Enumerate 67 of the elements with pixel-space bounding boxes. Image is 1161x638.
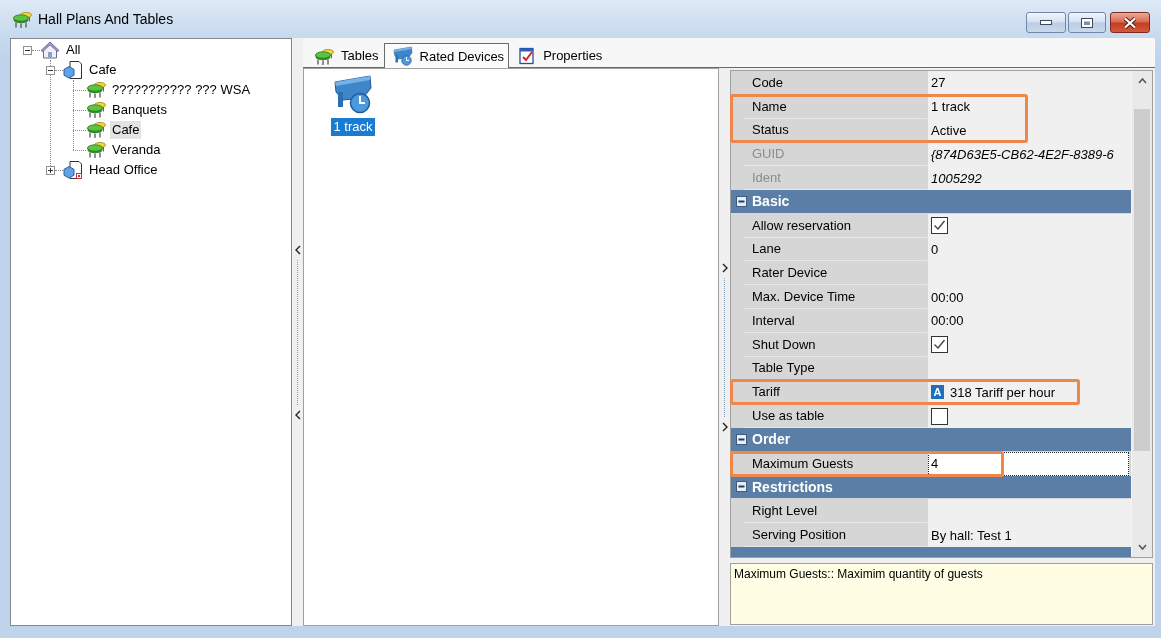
tree-item[interactable]: ??????????? ??? WSA <box>110 81 253 99</box>
property-value[interactable]: 27 <box>928 71 1131 95</box>
document-icon <box>63 160 83 180</box>
collapse-icon[interactable] <box>736 481 747 493</box>
close-button[interactable] <box>1110 12 1150 33</box>
category-header[interactable]: Order <box>731 427 1131 452</box>
category-title: Restrictions <box>752 478 833 495</box>
table-icon <box>86 140 106 160</box>
tree-connector <box>73 110 86 111</box>
chevron-right-icon[interactable] <box>721 262 728 273</box>
category-header[interactable] <box>731 546 1131 557</box>
splitter-handle[interactable] <box>723 277 726 417</box>
maximize-icon[interactable] <box>1081 17 1093 28</box>
window-title: Hall Plans And Tables <box>38 11 174 27</box>
category-title: Basic <box>752 193 790 210</box>
category-header[interactable]: Restrictions <box>731 475 1131 500</box>
category-header[interactable]: Basic <box>731 190 1131 214</box>
tab[interactable]: Rated Devices <box>383 43 510 68</box>
table-icon <box>86 120 106 140</box>
document-icon <box>63 60 83 80</box>
collapse-icon[interactable] <box>22 45 32 55</box>
minimize-icon[interactable] <box>1040 19 1052 26</box>
checkbox[interactable] <box>931 217 948 235</box>
tree-item[interactable]: All <box>64 41 83 59</box>
tree-connector <box>73 90 86 91</box>
property-value[interactable]: 00:00 <box>928 308 1131 333</box>
maximize-button[interactable] <box>1068 12 1106 33</box>
tree-item[interactable]: Cafe <box>87 61 119 79</box>
tree-item[interactable]: Head Office <box>87 161 160 179</box>
tree-item[interactable]: Banquets <box>110 101 169 119</box>
property-value[interactable]: 0 <box>928 237 1131 262</box>
tab[interactable]: Tables <box>305 43 384 67</box>
collapse-icon[interactable] <box>45 65 55 75</box>
chevron-left-icon[interactable] <box>294 409 301 420</box>
table-icon <box>12 10 32 28</box>
tree-item[interactable]: Cafe <box>110 121 142 139</box>
tab[interactable]: Properties <box>509 43 608 67</box>
minimize-button[interactable] <box>1026 12 1066 33</box>
splitter-handle[interactable] <box>296 259 299 405</box>
table-icon <box>314 46 334 65</box>
checkbox[interactable] <box>931 336 948 354</box>
table-clock-icon[interactable] <box>333 74 373 114</box>
tree-item[interactable]: Veranda <box>110 141 163 159</box>
table-clock-icon <box>392 46 413 66</box>
value-text: 318 Tariff per hour <box>950 384 1056 400</box>
close-icon[interactable] <box>1123 16 1137 29</box>
checklist-icon <box>518 46 537 65</box>
collapse-icon[interactable] <box>736 433 747 445</box>
collapse-icon[interactable] <box>736 195 747 207</box>
expand-icon[interactable] <box>45 165 55 175</box>
table-icon <box>86 100 106 120</box>
property-value[interactable]: 00:00 <box>928 285 1131 309</box>
scrollbar[interactable] <box>1131 71 1152 557</box>
tree-connector <box>73 150 86 151</box>
category-title: Order <box>752 431 791 448</box>
chevron-left-icon[interactable] <box>294 244 301 255</box>
tree-connector <box>73 130 86 131</box>
house-icon <box>40 40 60 60</box>
chevron-right-icon[interactable] <box>721 421 728 432</box>
table-icon <box>86 80 106 100</box>
checkbox[interactable] <box>931 407 948 425</box>
tree-line <box>73 80 74 150</box>
scrollbar-thumb[interactable] <box>1134 109 1150 451</box>
property-value[interactable]: By hall: Test 1 <box>928 523 1131 547</box>
device-label[interactable]: 1 track <box>331 118 375 136</box>
letter-badge: A <box>931 385 944 400</box>
property-description: Maximum Guests:: Maximim quantity of guests <box>730 563 1153 625</box>
